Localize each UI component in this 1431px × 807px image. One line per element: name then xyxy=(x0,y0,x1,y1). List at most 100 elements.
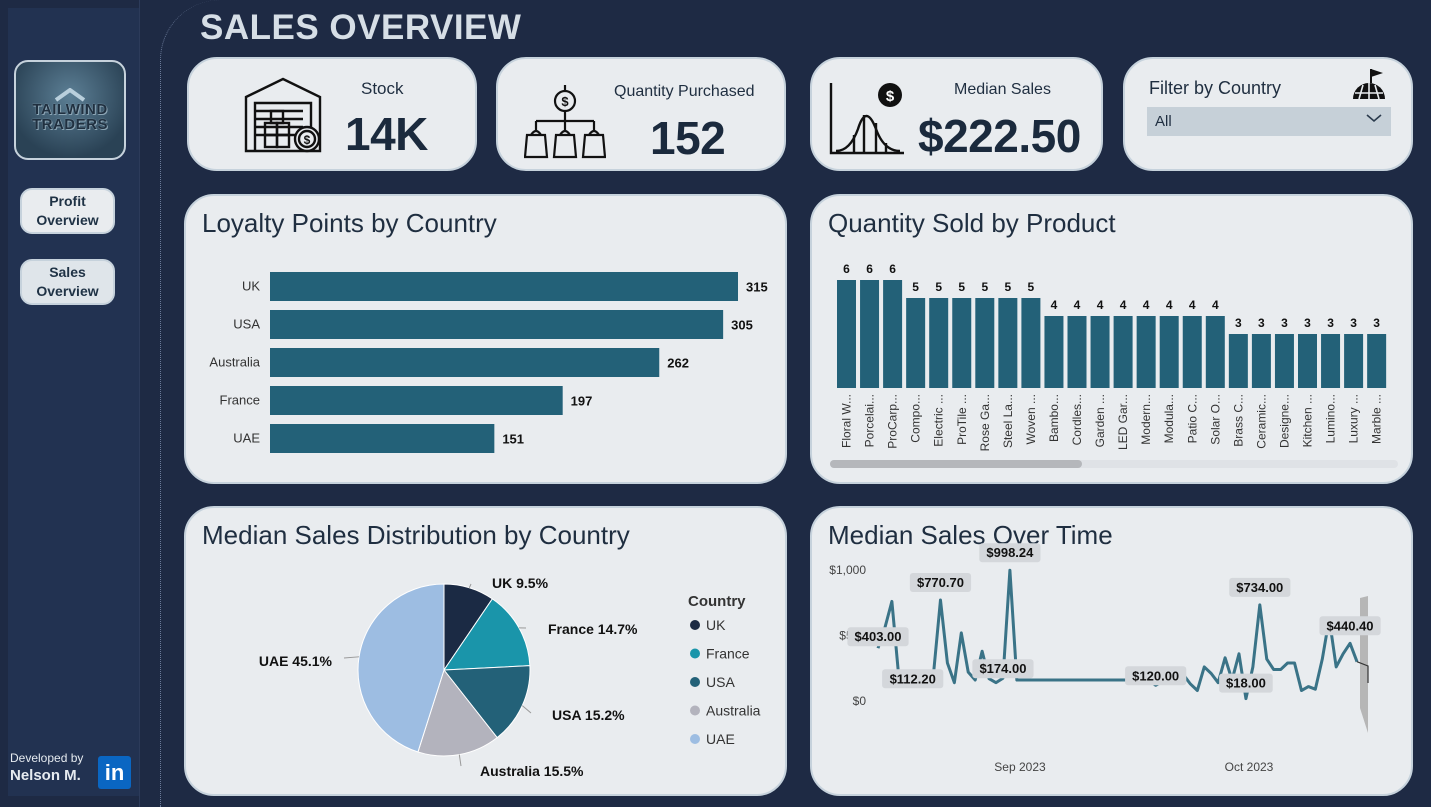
bar-value-label: 3 xyxy=(1258,316,1265,330)
product-bar xyxy=(1205,316,1225,388)
product-category-label: Porcelai... xyxy=(863,394,877,447)
chevron-down-icon[interactable] xyxy=(1365,111,1383,129)
product-category-label: Kitchen ... xyxy=(1301,394,1315,447)
country-pie-chart: UK 9.5% France 14.7% USA 15.2% Australia 15… xyxy=(259,575,761,779)
bar-value-label: 6 xyxy=(889,262,896,276)
product-bar xyxy=(1228,334,1248,388)
product-bar xyxy=(1136,316,1156,388)
filter-card: Filter by Country All xyxy=(1123,57,1413,171)
timeline-chart-card: Median Sales Over Time $1,000$500$0Sep 2… xyxy=(810,506,1413,796)
bar-category-label: USA xyxy=(233,317,260,332)
loyalty-bar xyxy=(270,424,495,453)
loyalty-bar xyxy=(270,272,738,301)
legend-title: Country xyxy=(688,593,746,610)
product-bar xyxy=(998,298,1018,388)
country-filter-select[interactable]: All xyxy=(1147,107,1391,136)
logo-line1: TAILWIND xyxy=(32,101,108,118)
pie-leader-line xyxy=(468,583,472,589)
nav-label: Overview xyxy=(36,212,99,228)
product-bar xyxy=(1021,298,1041,388)
bar-value-label: 3 xyxy=(1350,316,1357,330)
product-category-label: Compo... xyxy=(909,394,923,443)
legend-label: USA xyxy=(706,674,735,690)
pie-leader-line xyxy=(521,705,532,714)
loyalty-bar xyxy=(270,310,724,339)
bar-value-label: 4 xyxy=(1097,298,1104,312)
line-data-label: $112.20 xyxy=(890,671,936,686)
loyalty-bar xyxy=(270,386,563,415)
product-bar xyxy=(1067,316,1087,388)
svg-text:$: $ xyxy=(886,88,895,105)
bar-category-label: UK xyxy=(242,279,260,294)
nav-label: Overview xyxy=(36,283,99,299)
bar-category-label: France xyxy=(220,393,260,408)
warehouse-icon: $ xyxy=(244,77,322,153)
line-data-label: $120.00 xyxy=(1132,668,1179,683)
loyalty-bar xyxy=(270,348,660,377)
product-category-label: LED Gar... xyxy=(1116,394,1130,450)
y-tick-label: $0 xyxy=(853,694,867,708)
legend-marker xyxy=(690,677,700,687)
line-data-label: $440.40 xyxy=(1327,618,1374,633)
product-bar xyxy=(975,298,995,388)
linkedin-icon[interactable]: in xyxy=(98,756,131,789)
median-sales-value: $222.50 xyxy=(918,110,1081,162)
globe-flag-icon xyxy=(1353,69,1385,100)
product-bar xyxy=(1274,334,1294,388)
pie-data-label: USA 15.2% xyxy=(552,707,625,723)
bar-category-label: Australia xyxy=(209,355,260,370)
bar-value-label: 305 xyxy=(731,318,753,333)
product-category-label: Luxury ... xyxy=(1347,394,1361,443)
filter-label: Filter by Country xyxy=(1149,78,1282,98)
line-data-label: $174.00 xyxy=(979,661,1026,676)
median-sales-label: Median Sales xyxy=(954,81,1051,98)
developer-name: Nelson M. xyxy=(10,767,81,784)
stock-card: $ Stock 14K xyxy=(187,57,477,171)
bar-value-label: 5 xyxy=(912,280,919,294)
y-tick-label: $1,000 xyxy=(829,563,866,577)
chart-scrollbar-thumb[interactable] xyxy=(830,460,1082,468)
bar-value-label: 4 xyxy=(1143,298,1150,312)
bell-curve-dollar-icon: $ xyxy=(829,83,904,155)
bar-value-label: 6 xyxy=(843,262,850,276)
nav-profit-overview-button[interactable]: Profit Overview xyxy=(20,188,115,234)
product-category-label: Bambo... xyxy=(1047,394,1061,442)
pie-data-label: UK 9.5% xyxy=(492,575,549,591)
stock-label: Stock xyxy=(361,79,404,98)
x-tick-label: Sep 2023 xyxy=(994,760,1046,774)
line-data-label: $734.00 xyxy=(1236,580,1283,595)
product-category-label: Lumino... xyxy=(1324,394,1338,443)
product-category-label: Brass C... xyxy=(1231,394,1245,447)
product-category-label: Ceramic... xyxy=(1254,394,1268,449)
loyalty-bar-chart: UK 315 USA 305 Australia 262 France 197 UAE 151 xyxy=(209,272,768,453)
quantity-purchased-value: 152 xyxy=(650,112,726,164)
bar-value-label: 151 xyxy=(502,432,524,447)
page-title: SALES OVERVIEW xyxy=(200,8,522,47)
median-sales-line-chart: $1,000$500$0Sep 2023Oct 2023$403.00$112.… xyxy=(829,543,1381,774)
product-category-label: Electric ... xyxy=(932,394,946,447)
product-category-label: Floral W... xyxy=(840,394,854,448)
bar-value-label: 4 xyxy=(1051,298,1058,312)
product-bar xyxy=(1159,316,1179,388)
bar-value-label: 5 xyxy=(935,280,942,294)
product-bar xyxy=(1090,316,1110,388)
product-bar xyxy=(1044,316,1064,388)
bar-value-label: 3 xyxy=(1373,316,1380,330)
bar-value-label: 5 xyxy=(1028,280,1035,294)
pie-data-label: Australia 15.5% xyxy=(480,763,584,779)
nav-sales-overview-button[interactable]: Sales Overview xyxy=(20,259,115,305)
product-chart-card: Quantity Sold by Product 6 Floral W... 6 Po… xyxy=(810,194,1413,484)
pie-data-label: UAE 45.1% xyxy=(259,653,333,669)
pie-chart-card: Median Sales Distribution by Country UK … xyxy=(184,506,787,796)
bar-value-label: 4 xyxy=(1189,298,1196,312)
product-category-label: Rose Ga... xyxy=(978,394,992,451)
bar-value-label: 3 xyxy=(1327,316,1334,330)
quantity-purchased-card: $ Quantity Purchased 152 xyxy=(496,57,786,171)
bar-value-label: 4 xyxy=(1212,298,1219,312)
svg-text:$: $ xyxy=(304,133,311,147)
product-bar xyxy=(883,280,903,388)
product-category-label: Garden ... xyxy=(1093,394,1107,447)
legend-label: France xyxy=(706,646,750,662)
product-category-label: Steel La... xyxy=(1001,394,1015,448)
product-bar-chart: 6 Floral W... 6 Porcelai... 6 ProCarp... 5 Comp… xyxy=(830,262,1398,468)
